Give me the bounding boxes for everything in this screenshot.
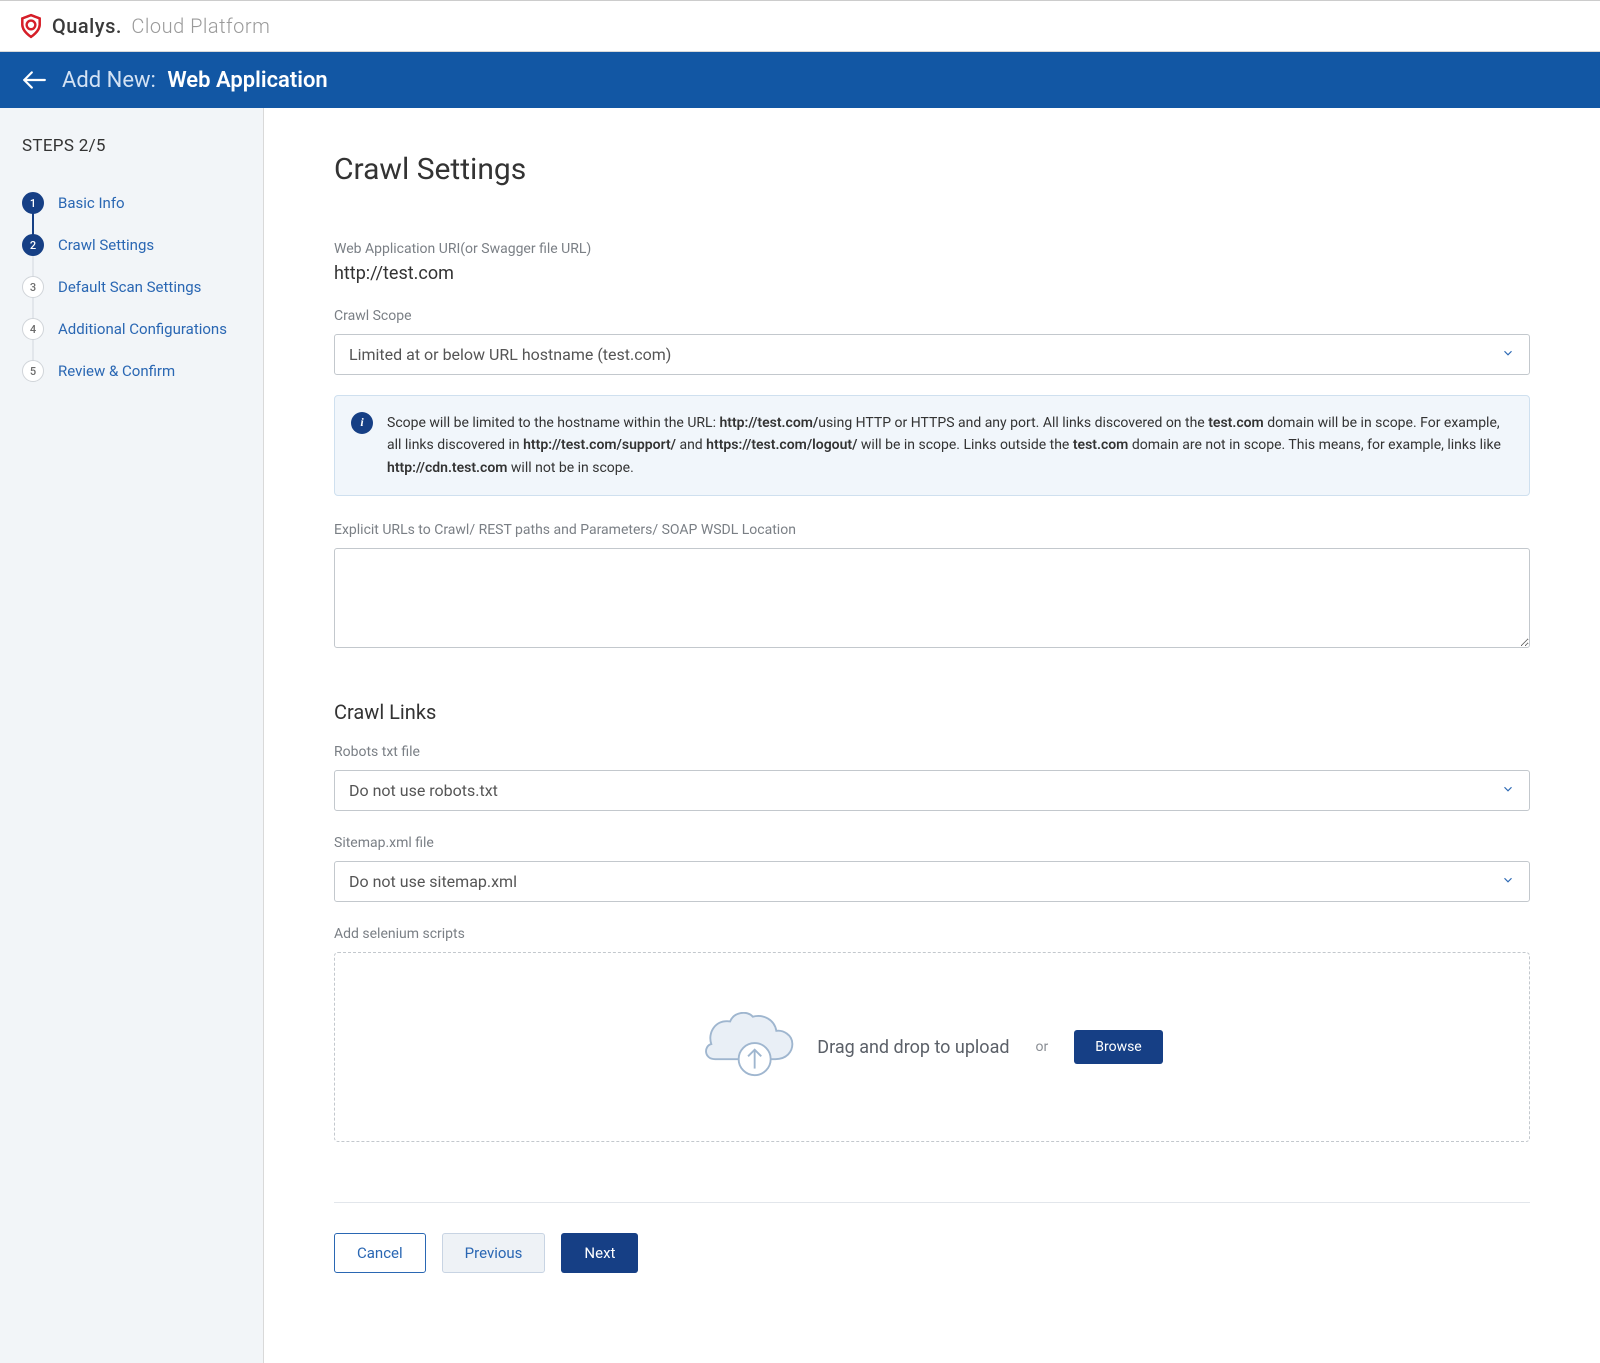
crawl-scope-select[interactable]: Limited at or below URL hostname (test.c… xyxy=(334,334,1530,375)
crawl-scope-value: Limited at or below URL hostname (test.c… xyxy=(349,345,671,364)
explicit-urls-label: Explicit URLs to Crawl/ REST paths and P… xyxy=(334,522,1530,538)
header-title: Add New: Web Application xyxy=(62,68,328,93)
cancel-button[interactable]: Cancel xyxy=(334,1233,426,1273)
wizard-footer: Cancel Previous Next xyxy=(334,1202,1530,1273)
step-label: Default Scan Settings xyxy=(58,278,201,296)
explicit-urls-textarea[interactable] xyxy=(334,548,1530,648)
main-content: Crawl Settings Web Application URI(or Sw… xyxy=(264,108,1600,1363)
chevron-down-icon xyxy=(1501,872,1515,891)
step-item-1[interactable]: 1 Basic Info xyxy=(22,182,241,224)
step-number: 4 xyxy=(22,318,44,340)
header-prefix: Add New: xyxy=(62,68,156,93)
step-label: Additional Configurations xyxy=(58,320,227,338)
selenium-label: Add selenium scripts xyxy=(334,926,1530,942)
step-number: 5 xyxy=(22,360,44,382)
scope-info-text: Scope will be limited to the hostname wi… xyxy=(387,412,1511,479)
crawl-links-title: Crawl Links xyxy=(334,700,1530,724)
step-number: 3 xyxy=(22,276,44,298)
step-item-3[interactable]: 3 Default Scan Settings xyxy=(22,266,241,308)
page-header: Add New: Web Application xyxy=(0,52,1600,108)
steps-counter: STEPS 2/5 xyxy=(22,136,241,156)
step-number: 1 xyxy=(22,192,44,214)
chevron-down-icon xyxy=(1501,781,1515,800)
page-title: Crawl Settings xyxy=(334,152,1530,187)
upload-or: or xyxy=(1036,1039,1049,1055)
uri-label: Web Application URI(or Swagger file URL) xyxy=(334,241,1530,257)
sitemap-value: Do not use sitemap.xml xyxy=(349,872,517,891)
upload-dropzone[interactable]: Drag and drop to upload or Browse xyxy=(334,952,1530,1142)
crawl-scope-label: Crawl Scope xyxy=(334,308,1530,324)
step-label: Basic Info xyxy=(58,194,125,212)
steps-list: 1 Basic Info 2 Crawl Settings 3 Default Scan … xyxy=(22,182,241,392)
robots-label: Robots txt file xyxy=(334,744,1530,760)
brand-text: Qualys. Cloud Platform xyxy=(52,14,270,38)
uri-value: http://test.com xyxy=(334,263,1530,284)
step-label: Crawl Settings xyxy=(58,236,154,254)
info-icon: i xyxy=(351,412,373,434)
step-item-5[interactable]: 5 Review & Confirm xyxy=(22,350,241,392)
sitemap-select[interactable]: Do not use sitemap.xml xyxy=(334,861,1530,902)
qualys-shield-icon xyxy=(18,13,44,39)
brand-bar: Qualys. Cloud Platform xyxy=(0,1,1600,52)
browse-button[interactable]: Browse xyxy=(1074,1030,1162,1064)
wizard-sidebar: STEPS 2/5 1 Basic Info 2 Crawl Settings 3 Def… xyxy=(0,108,264,1363)
brand-suffix: Cloud Platform xyxy=(131,14,270,38)
step-label: Review & Confirm xyxy=(58,362,175,380)
upload-text: Drag and drop to upload xyxy=(817,1037,1009,1058)
scope-info-box: i Scope will be limited to the hostname … xyxy=(334,395,1530,496)
step-number: 2 xyxy=(22,234,44,256)
step-item-4[interactable]: 4 Additional Configurations xyxy=(22,308,241,350)
sitemap-label: Sitemap.xml file xyxy=(334,835,1530,851)
chevron-down-icon xyxy=(1501,345,1515,364)
step-item-2[interactable]: 2 Crawl Settings xyxy=(22,224,241,266)
robots-value: Do not use robots.txt xyxy=(349,781,498,800)
header-entity: Web Application xyxy=(167,68,327,93)
brand-name: Qualys. xyxy=(52,14,122,38)
previous-button[interactable]: Previous xyxy=(442,1233,546,1273)
cloud-upload-icon xyxy=(701,1012,797,1082)
brand-logo: Qualys. Cloud Platform xyxy=(18,13,270,39)
back-arrow-icon[interactable] xyxy=(20,66,48,94)
robots-select[interactable]: Do not use robots.txt xyxy=(334,770,1530,811)
next-button[interactable]: Next xyxy=(561,1233,638,1273)
